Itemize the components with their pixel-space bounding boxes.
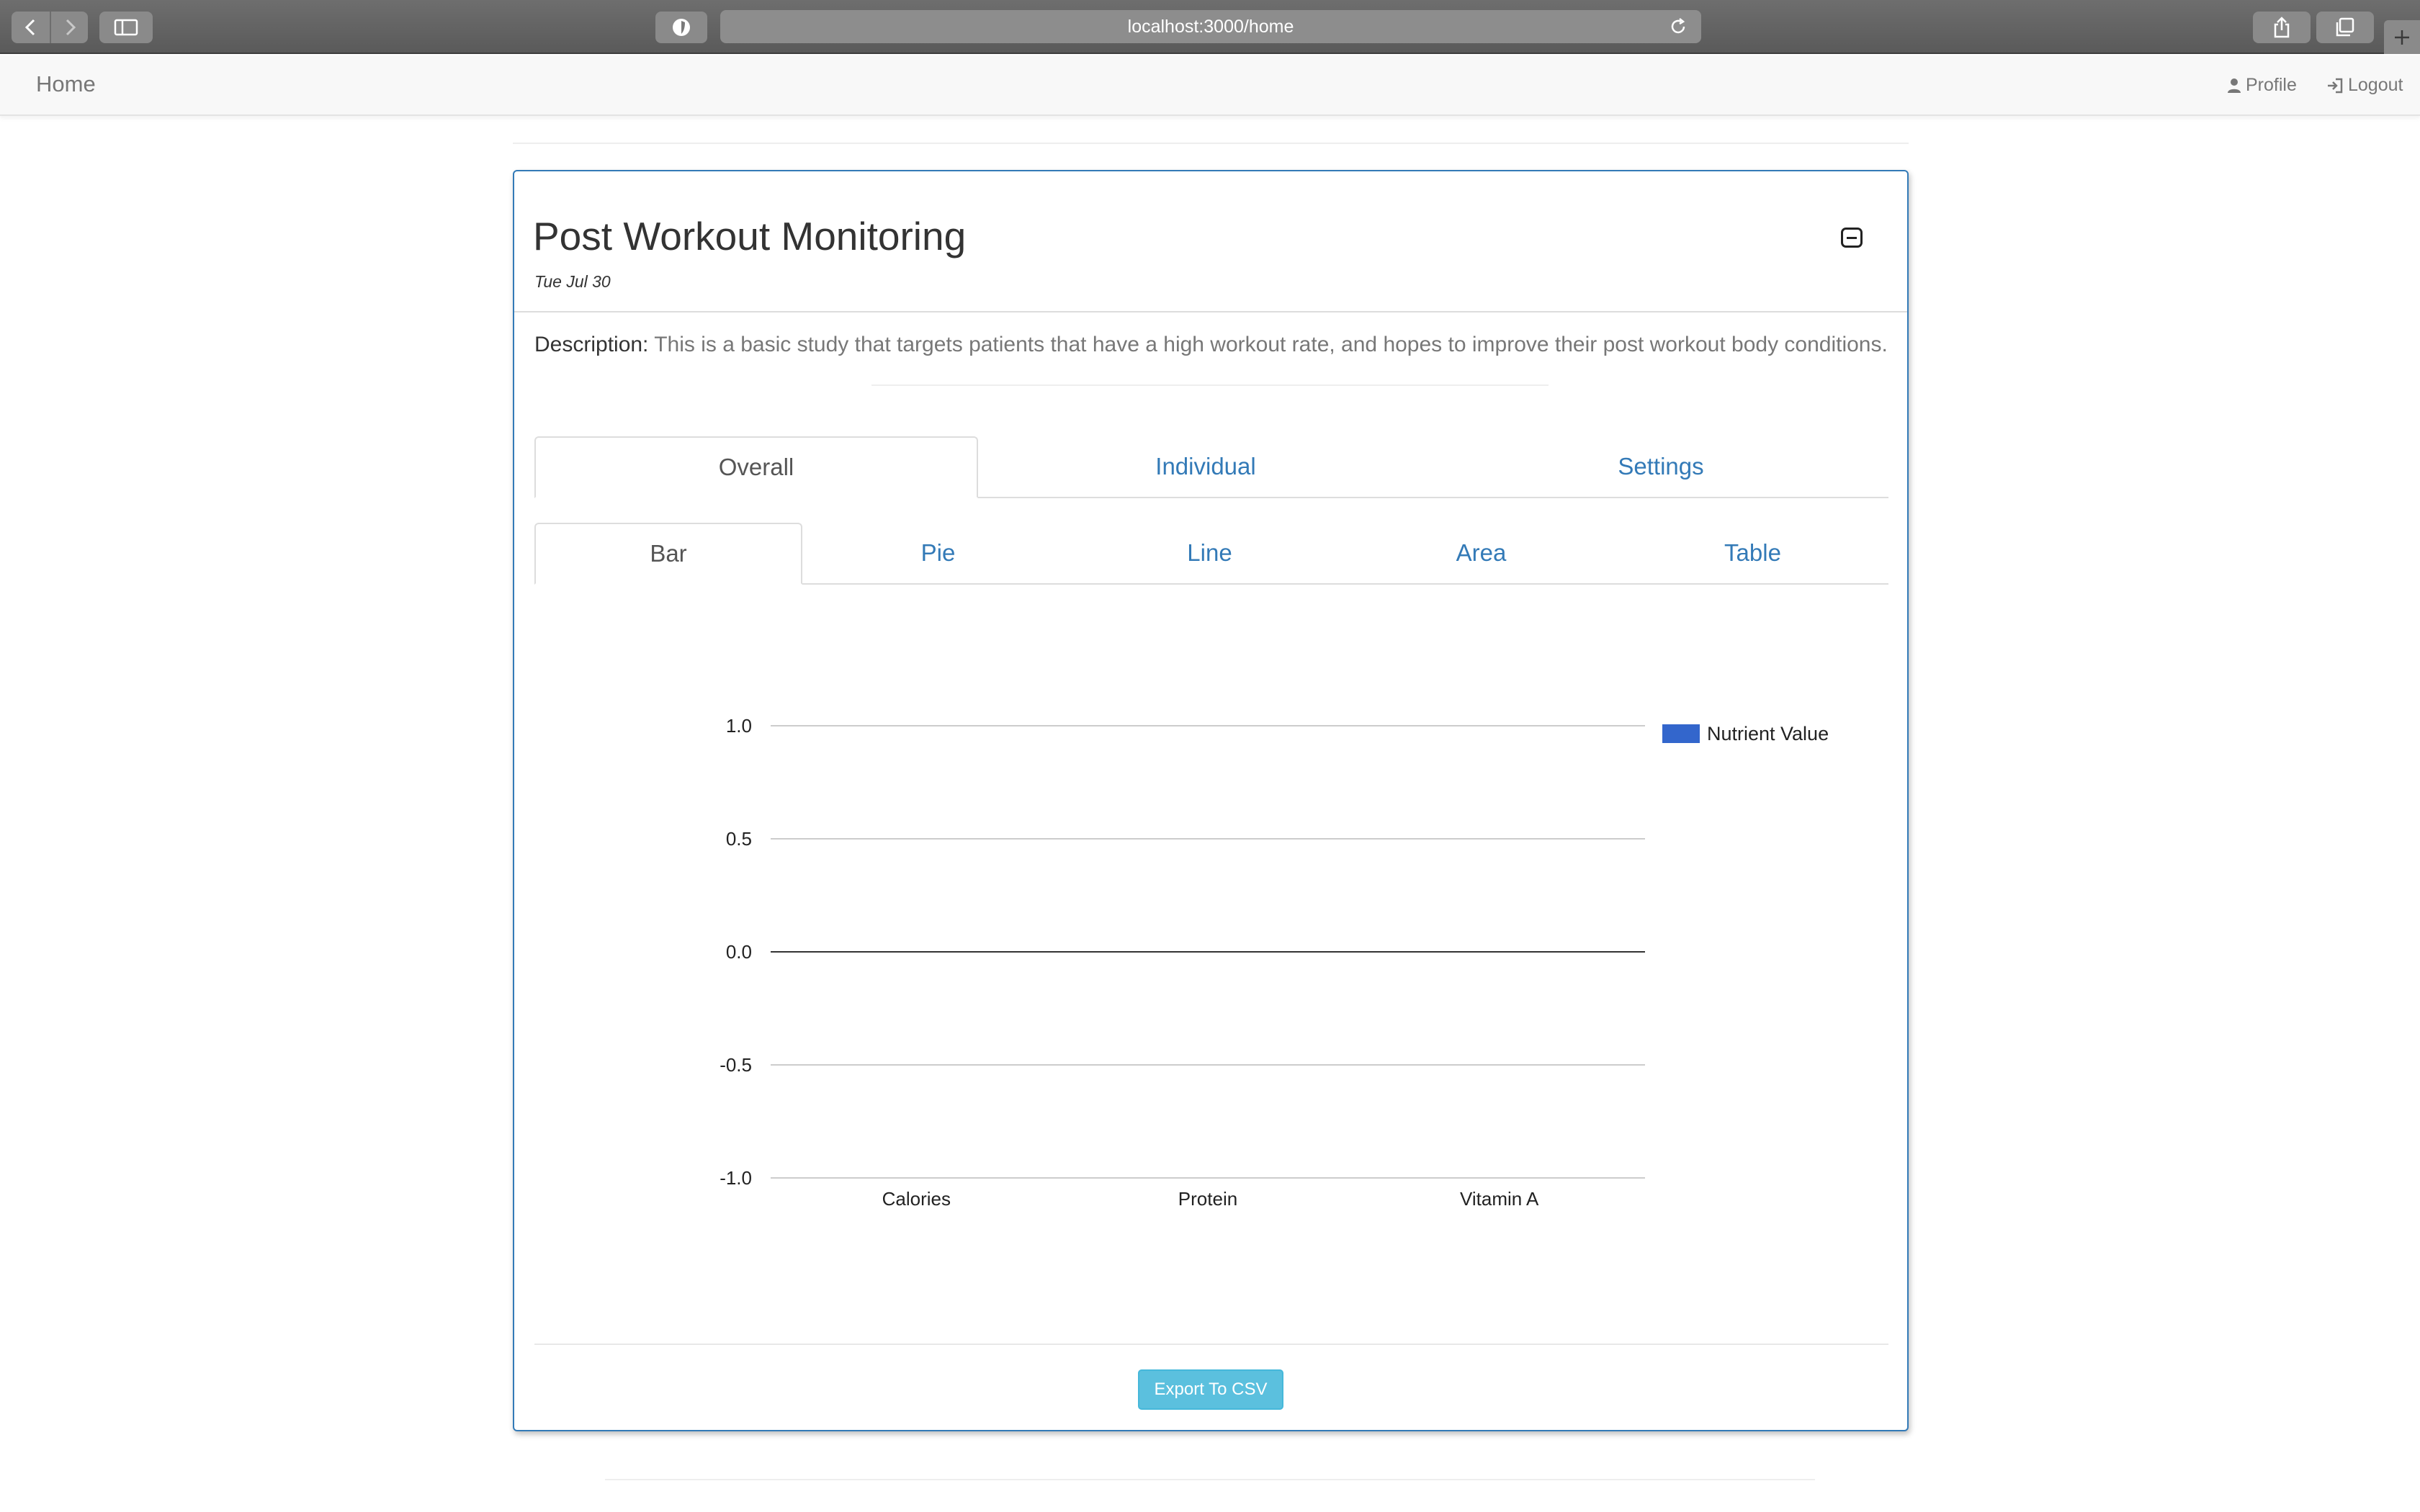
app-navbar: Home Profile Logout <box>0 55 2420 116</box>
share-icon <box>2274 17 2290 38</box>
tab-overview-button[interactable] <box>2316 12 2374 43</box>
home-link[interactable]: Home <box>36 71 96 97</box>
bar-chart: 1.0 0.5 0.0 -0.5 -1.0 Calories Protein Vitamin … <box>720 715 1829 1210</box>
logout-label: Logout <box>2348 75 2403 95</box>
address-bar[interactable]: localhost:3000/home <box>720 10 1701 43</box>
sidebar-icon <box>114 19 138 36</box>
plus-icon <box>2395 30 2409 45</box>
y-tick-label: 0.5 <box>726 828 752 850</box>
y-tick-label: -0.5 <box>720 1054 752 1076</box>
export-csv-button[interactable]: Export To CSV <box>1138 1369 1283 1410</box>
url-text: localhost:3000/home <box>1127 16 1294 37</box>
panel-footer-divider <box>534 1344 1888 1345</box>
logout-link[interactable]: Logout <box>2326 75 2403 96</box>
profile-label: Profile <box>2246 75 2297 95</box>
y-tick-label: 0.0 <box>726 941 752 963</box>
tabs-icon <box>2336 17 2354 37</box>
forward-button[interactable] <box>50 12 88 43</box>
user-icon <box>2228 78 2241 93</box>
reload-icon[interactable] <box>1668 17 1688 37</box>
log-in-icon <box>2328 78 2343 93</box>
y-tick-label: 1.0 <box>726 715 752 737</box>
privacy-button[interactable] <box>655 12 707 43</box>
x-tick-label: Protein <box>1178 1188 1237 1210</box>
new-tab-button[interactable] <box>2384 20 2420 54</box>
x-tick-label: Vitamin A <box>1460 1188 1539 1210</box>
share-button[interactable] <box>2253 12 2311 43</box>
top-divider <box>513 143 1909 144</box>
legend-swatch <box>1662 724 1700 743</box>
history-nav <box>12 12 88 43</box>
chevron-left-icon <box>24 19 35 36</box>
shield-icon <box>673 19 690 36</box>
sidebar-toggle-button[interactable] <box>99 12 153 43</box>
y-tick-label: -1.0 <box>720 1167 752 1189</box>
back-button[interactable] <box>12 12 50 43</box>
profile-link[interactable]: Profile <box>2227 75 2297 96</box>
chevron-right-icon <box>66 19 76 36</box>
browser-toolbar: localhost:3000/home <box>0 0 2420 54</box>
study-panel: Post Workout Monitoring Tue Jul 30 Descr… <box>513 170 1909 1431</box>
legend-label: Nutrient Value <box>1707 723 1829 744</box>
x-tick-label: Calories <box>882 1188 951 1210</box>
bottom-divider <box>605 1479 1815 1480</box>
